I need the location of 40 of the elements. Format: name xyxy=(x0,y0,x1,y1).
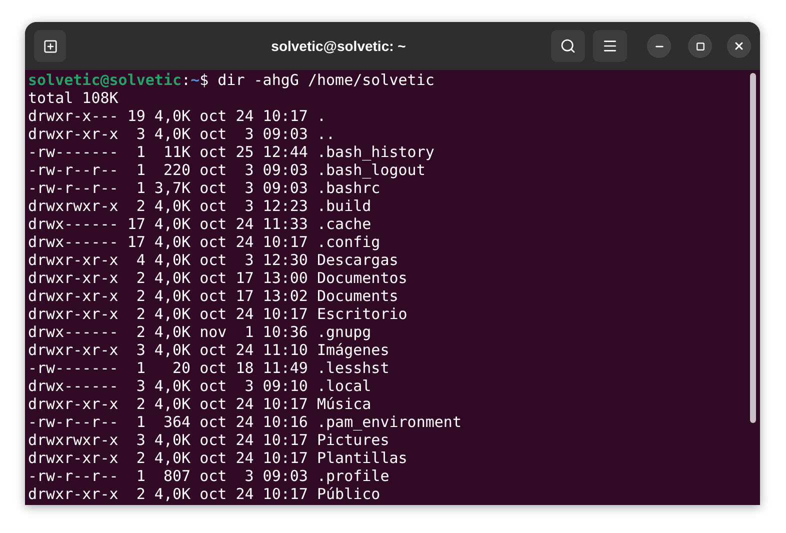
output-line: drwx------ 3 4,0K oct 3 09:10 .local xyxy=(28,377,372,395)
output-line: -rw------- 1 20 oct 18 11:49 .lesshst xyxy=(28,359,390,377)
window-title: solvetic@solvetic: ~ xyxy=(271,36,406,56)
minimize-button[interactable] xyxy=(647,34,671,58)
search-icon xyxy=(560,38,576,54)
output-line: drwxr-xr-x 3 4,0K oct 3 09:03 .. xyxy=(28,125,336,143)
output-line: drwx------ 17 4,0K oct 24 10:17 .config xyxy=(28,233,380,251)
output-line: total 108K xyxy=(28,89,118,107)
close-button[interactable] xyxy=(727,34,751,58)
output-line: drwx------ 17 4,0K oct 24 11:33 .cache xyxy=(28,215,372,233)
output-line: drwxr-xr-x 2 4,0K oct 17 13:00 Documentos xyxy=(28,269,408,287)
output-line: -rw-r--r-- 1 220 oct 3 09:03 .bash_logout xyxy=(28,161,426,179)
output-line: drwxrwxr-x 2 4,0K oct 3 12:23 .build xyxy=(28,197,372,215)
output-line: drwxr-xr-x 2 4,0K oct 24 10:17 Escritorio xyxy=(28,305,408,323)
command-text: $ dir -ahgG /home/solvetic xyxy=(200,71,434,89)
output-line: -rw-r--r-- 1 807 oct 3 09:03 .profile xyxy=(28,467,390,485)
output-line: drwxr-xr-x 2 4,0K oct 24 10:17 Plantillas xyxy=(28,449,408,467)
search-button[interactable] xyxy=(551,30,585,62)
output-line: drwxr-xr-x 2 4,0K oct 17 13:02 Documents xyxy=(28,287,398,305)
output-line: drwxr-xr-x 4 4,0K oct 3 12:30 Descargas xyxy=(28,251,398,269)
prompt-path: ~ xyxy=(190,71,200,89)
output-line: drwxrwxr-x 3 4,0K oct 24 10:17 Pictures xyxy=(28,431,390,449)
maximize-icon xyxy=(696,42,704,50)
prompt-user-host: solvetic@solvetic xyxy=(28,71,182,89)
menu-icon xyxy=(602,38,618,54)
new-tab-button[interactable] xyxy=(34,30,66,62)
output-line: drwxr-x--- 19 4,0K oct 24 10:17 . xyxy=(28,107,326,125)
scrollbar-thumb[interactable] xyxy=(750,73,756,423)
output-line: drwx------ 2 4,0K nov 1 10:36 .gnupg xyxy=(28,323,372,341)
output-line: -rw------- 1 11K oct 25 12:44 .bash_history xyxy=(28,143,434,161)
output-line: -rw-r--r-- 1 3,7K oct 3 09:03 .bashrc xyxy=(28,179,380,197)
new-tab-icon xyxy=(42,38,58,54)
output-line: drwxr-xr-x 2 4,0K oct 24 10:17 Música xyxy=(28,395,372,413)
output-line: drwxr-xr-x 2 4,0K oct 24 10:17 Público xyxy=(28,485,380,503)
menu-button[interactable] xyxy=(593,30,627,62)
output-line: -rw-r--r-- 1 364 oct 24 10:16 .pam_environment xyxy=(28,413,462,431)
maximize-button[interactable] xyxy=(688,34,712,58)
close-icon xyxy=(733,40,745,52)
output-line: drwxr-xr-x 3 4,0K oct 24 11:10 Imágenes xyxy=(28,341,390,359)
prompt-separator: : xyxy=(182,71,191,89)
